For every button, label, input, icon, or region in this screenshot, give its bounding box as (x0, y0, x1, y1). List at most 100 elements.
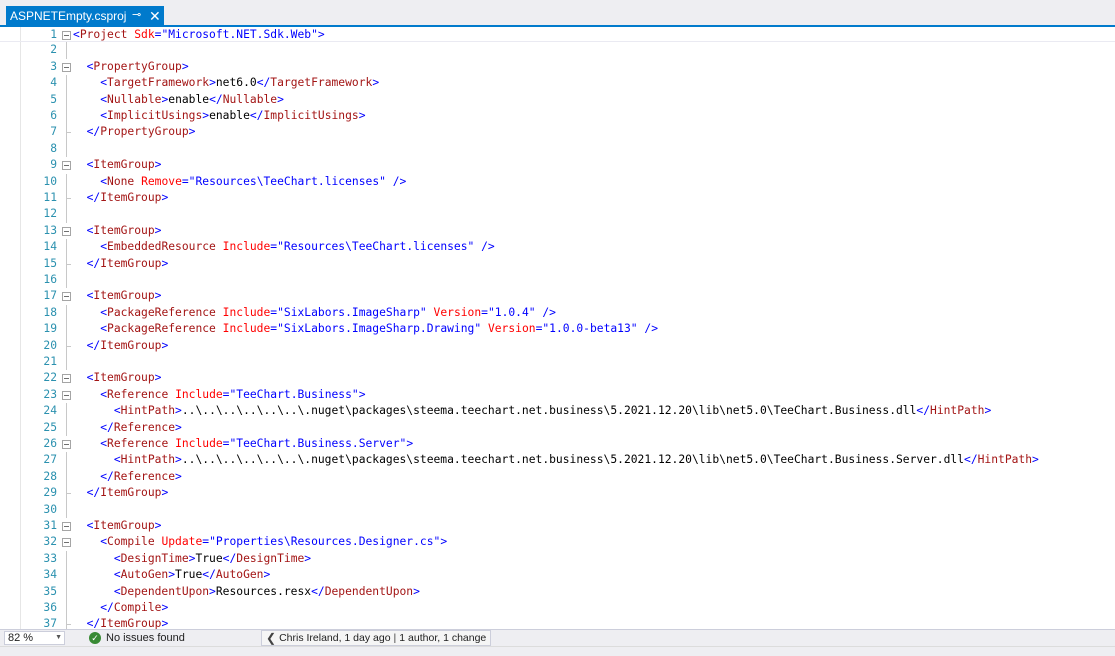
xml-text (73, 568, 114, 581)
collapse-icon[interactable] (62, 62, 71, 72)
code-line[interactable]: 29 </ItemGroup> (0, 485, 1115, 502)
zoom-dropdown[interactable]: 82 % ▼ (4, 631, 65, 645)
xml-text: True (175, 568, 203, 582)
code-line[interactable]: 11 </ItemGroup> (0, 190, 1115, 207)
code-line[interactable]: 9 <ItemGroup> (0, 157, 1115, 173)
code-line[interactable]: 4 <TargetFramework>net6.0</TargetFramewo… (0, 75, 1115, 92)
code-line[interactable]: 28 </Reference> (0, 468, 1115, 486)
xml-delimiter: < (100, 535, 108, 549)
xml-delimiter: " /> (630, 322, 659, 336)
close-icon[interactable]: ✕ (149, 7, 161, 25)
xml-text (73, 585, 114, 598)
xml-element-name: Reference (107, 437, 169, 450)
code-line[interactable]: 23 <Reference Include="TeeChart.Business… (0, 387, 1115, 403)
code-editor[interactable]: 1 <Project Sdk="Microsoft.NET.Sdk.Web"> 2 3… (0, 27, 1115, 629)
code-line[interactable]: 3 <PropertyGroup> (0, 59, 1115, 75)
xml-element-name: ItemGroup (93, 371, 155, 385)
collapse-icon[interactable] (62, 374, 71, 384)
collapse-icon[interactable] (62, 522, 71, 531)
xml-delimiter: </ (222, 551, 237, 565)
code-line[interactable]: 21 (0, 354, 1115, 371)
code-line[interactable]: 14 <EmbeddedResource Include="Resources\… (0, 239, 1115, 256)
line-content: <ItemGroup> (73, 370, 162, 386)
xml-delimiter: > (358, 109, 366, 122)
xml-delimiter: "> (351, 387, 366, 401)
code-line[interactable]: 25 </Reference> (0, 419, 1115, 436)
code-line[interactable]: 19 <PackageReference Include="SixLabors.… (0, 321, 1115, 338)
code-line[interactable]: 8 (0, 140, 1115, 158)
xml-delimiter: =" (154, 28, 169, 41)
xml-delimiter: < (100, 322, 108, 336)
line-content: <HintPath>..\..\..\..\..\..\.nuget\packa… (73, 403, 991, 419)
xml-delimiter: < (100, 174, 108, 188)
check-circle-icon: ✓ (89, 632, 101, 644)
code-line[interactable]: 10 <None Remove="Resources\TeeChart.lice… (0, 173, 1115, 190)
code-line[interactable]: 17 <ItemGroup> (0, 288, 1115, 304)
line-content: <DependentUpon>Resources.resx</Dependent… (73, 584, 420, 600)
outline-guide (66, 140, 67, 158)
git-blame-indicator[interactable]: ❮ Chris Ireland, 1 day ago | 1 author, 1… (261, 630, 492, 646)
xml-attribute-name: Remove (141, 174, 182, 188)
code-line[interactable]: 2 (0, 42, 1115, 59)
code-line[interactable]: 20 </ItemGroup> (0, 337, 1115, 354)
code-line[interactable]: 22 <ItemGroup> (0, 370, 1115, 386)
code-line[interactable]: 24 <HintPath>..\..\..\..\..\..\.nuget\pa… (0, 403, 1115, 420)
line-number: 27 (43, 453, 57, 467)
line-number: 16 (43, 273, 57, 286)
issues-text: No issues found (106, 632, 185, 644)
code-line[interactable]: 30 (0, 501, 1115, 518)
outline-guide (66, 75, 67, 92)
line-content: </Reference> (73, 420, 182, 436)
code-line[interactable]: 18 <PackageReference Include="SixLabors.… (0, 304, 1115, 322)
xml-text (73, 289, 87, 302)
collapse-icon[interactable] (62, 538, 71, 548)
xml-element-name: Compile (113, 601, 162, 614)
pin-icon[interactable]: ⊸ (132, 8, 141, 21)
code-line[interactable]: 33 <DesignTime>True</DesignTime> (0, 550, 1115, 568)
code-line[interactable]: 27 <HintPath>..\..\..\..\..\..\.nuget\pa… (0, 452, 1115, 469)
xml-element-name: ItemGroup (100, 256, 162, 270)
code-line[interactable]: 36 </Compile> (0, 600, 1115, 617)
line-number: 22 (43, 371, 57, 385)
xml-attribute-value: SixLabors.ImageSharp (283, 305, 420, 319)
xml-attribute-value: Properties\Resources.Designer.cs (215, 535, 434, 549)
code-line[interactable]: 37 </ItemGroup> (0, 616, 1115, 629)
document-tab[interactable]: ASPNETEmpty.csproj ⊸ ✕ (6, 6, 164, 26)
issues-indicator[interactable]: ✓ No issues found (89, 631, 185, 645)
xml-delimiter: > (181, 59, 189, 73)
xml-delimiter: </ (86, 617, 101, 629)
xml-element-name: HintPath (120, 404, 176, 418)
code-line[interactable]: 26 <Reference Include="TeeChart.Business… (0, 436, 1115, 452)
xml-delimiter: > (209, 76, 216, 90)
code-line[interactable]: 1 <Project Sdk="Microsoft.NET.Sdk.Web"> (0, 27, 1115, 43)
code-line[interactable]: 16 (0, 272, 1115, 289)
collapse-icon[interactable] (62, 390, 71, 400)
outline-guide (66, 108, 67, 125)
xml-element-name: PropertyGroup (93, 59, 182, 73)
code-line[interactable]: 7 </PropertyGroup> (0, 124, 1115, 141)
code-line[interactable]: 34 <AutoGen>True</AutoGen> (0, 567, 1115, 584)
code-line[interactable]: 13 <ItemGroup> (0, 223, 1115, 239)
code-line[interactable]: 5 <Nullable>enable</Nullable> (0, 91, 1115, 108)
code-line[interactable]: 35 <DependentUpon>Resources.resx</Depend… (0, 583, 1115, 600)
line-number: 6 (50, 109, 57, 122)
xml-element-name: TargetFramework (270, 76, 373, 90)
collapse-icon[interactable] (62, 161, 71, 171)
collapse-icon[interactable] (62, 292, 71, 302)
outline-guide (66, 91, 67, 108)
line-number: 11 (43, 191, 57, 204)
code-line[interactable]: 32 <Compile Update="Properties\Resources… (0, 534, 1115, 550)
collapse-icon[interactable] (62, 226, 71, 236)
code-line[interactable]: 12 (0, 206, 1115, 223)
collapse-icon[interactable] (62, 31, 71, 40)
xml-delimiter: " /> (379, 174, 407, 188)
outline-guide (66, 321, 67, 338)
xml-element-name: Nullable (222, 92, 278, 106)
code-line[interactable]: 6 <ImplicitUsings>enable</ImplicitUsings… (0, 108, 1115, 125)
code-line[interactable]: 31 <ItemGroup> (0, 518, 1115, 534)
collapse-icon[interactable] (62, 440, 71, 449)
xml-text (73, 109, 100, 122)
xml-text (73, 404, 114, 417)
xml-attribute-name: Sdk (134, 28, 155, 41)
code-line[interactable]: 15 </ItemGroup> (0, 255, 1115, 272)
